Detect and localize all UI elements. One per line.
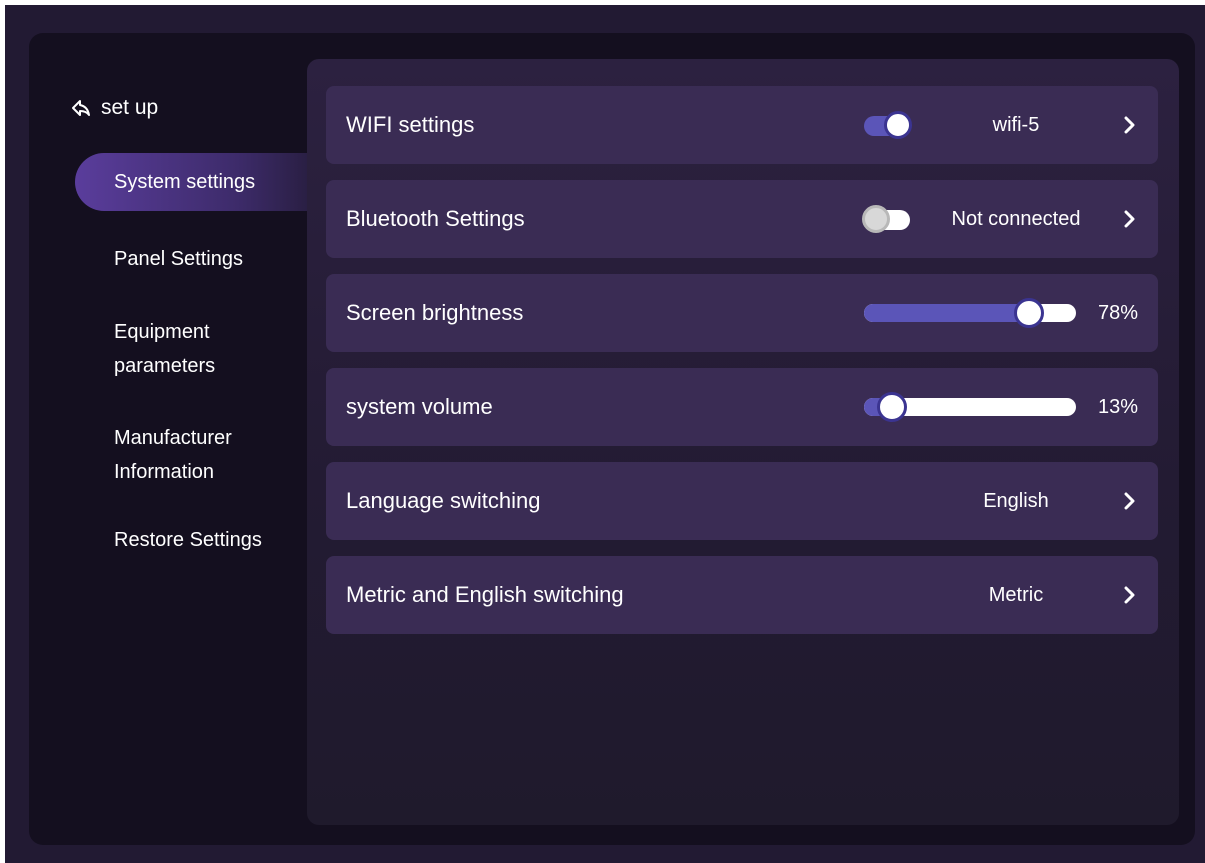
wifi-value: wifi-5 [992,114,1040,136]
sidebar-item-equipment-parameters[interactable]: Equipment parameters [114,315,234,383]
slider-knob[interactable] [876,392,907,422]
metric-english-switching-row[interactable]: Metric and English switching Metric [326,556,1158,634]
screen-brightness-label: Screen brightness [346,300,524,325]
bluetooth-toggle[interactable] [862,205,910,233]
volume-percent: 13% [1098,396,1139,418]
settings-panel: WIFI settings wifi-5 Bluetooth Settings … [307,59,1179,825]
bluetooth-settings-row[interactable]: Bluetooth Settings Not connected [326,180,1158,258]
sidebar-item-panel-settings[interactable]: Panel Settings [114,242,243,276]
brightness-percent: 78% [1098,302,1139,324]
slider-knob[interactable] [1014,298,1045,328]
sidebar-item-label: Manufacturer Information [114,427,232,483]
sidebar-item-label: Equipment parameters [114,321,216,377]
settings-screen: set up System settings Panel Settings Eq… [29,33,1195,845]
language-switching-label: Language switching [346,488,541,513]
sidebar: set up System settings Panel Settings Eq… [29,33,307,845]
back-button[interactable]: set up [71,93,158,123]
sidebar-item-label: Panel Settings [114,248,243,270]
toggle-knob [884,111,912,139]
sidebar-item-system-settings[interactable]: System settings [75,153,307,211]
language-value: English [983,490,1049,512]
toggle-knob [862,205,890,233]
chevron-right-icon[interactable] [1124,586,1136,609]
screen-brightness-row: Screen brightness 78% [326,274,1158,352]
language-switching-row[interactable]: Language switching English [326,462,1158,540]
chevron-right-icon[interactable] [1124,492,1136,515]
back-label: set up [101,96,159,119]
sidebar-item-restore-settings[interactable]: Restore Settings [114,523,262,557]
screen-frame: set up System settings Panel Settings Eq… [5,5,1205,863]
chevron-right-icon[interactable] [1124,210,1136,233]
system-volume-label: system volume [346,394,493,419]
wifi-settings-row[interactable]: WIFI settings wifi-5 [326,86,1158,164]
sidebar-item-label: System settings [114,171,256,193]
units-value: Metric [988,584,1044,606]
sidebar-item-label: Restore Settings [114,529,262,551]
metric-english-switching-label: Metric and English switching [346,582,624,607]
bluetooth-value: Not connected [951,208,1081,230]
bluetooth-settings-label: Bluetooth Settings [346,206,525,231]
slider-fill [864,304,1030,322]
wifi-settings-label: WIFI settings [346,112,475,137]
wifi-toggle[interactable] [864,111,912,139]
brightness-slider[interactable] [864,298,1076,328]
back-arrow-icon [71,99,91,117]
volume-slider[interactable] [864,392,1076,422]
sidebar-item-manufacturer-information[interactable]: Manufacturer Information [114,421,264,489]
system-volume-row: system volume 13% [326,368,1158,446]
chevron-right-icon[interactable] [1124,116,1136,139]
